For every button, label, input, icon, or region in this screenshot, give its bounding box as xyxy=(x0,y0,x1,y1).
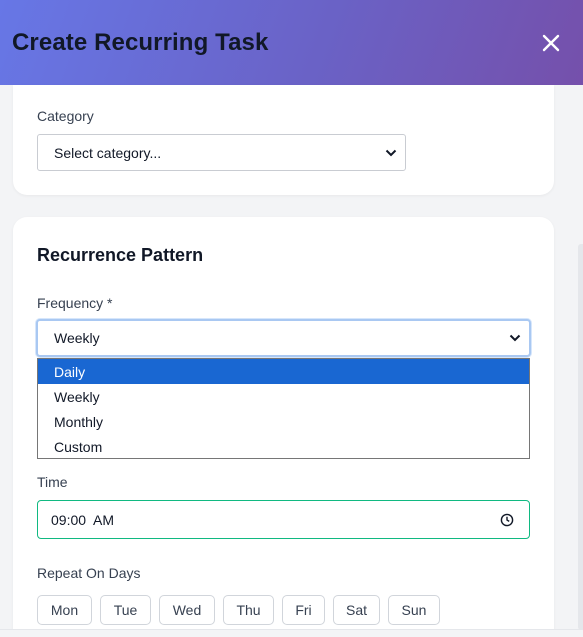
time-label: Time xyxy=(37,474,68,490)
recurrence-title: Recurrence Pattern xyxy=(37,245,204,265)
modal-header: Create Recurring Task xyxy=(0,0,583,85)
chevron-down-icon xyxy=(509,334,521,342)
close-button[interactable] xyxy=(531,23,571,63)
scrollbar[interactable] xyxy=(578,244,583,630)
repeat-days-label: Repeat On Days xyxy=(37,565,141,581)
day-button-fri[interactable]: Fri xyxy=(282,595,325,625)
time-input[interactable]: 09:00 AM xyxy=(37,500,530,539)
frequency-select-value: Weekly xyxy=(54,330,100,346)
day-button-sun[interactable]: Sun xyxy=(388,595,440,625)
close-icon xyxy=(542,34,560,51)
day-button-wed[interactable]: Wed xyxy=(159,595,215,625)
day-button-tue[interactable]: Tue xyxy=(100,595,151,625)
frequency-dropdown-list: Daily Weekly Monthly Custom xyxy=(37,358,530,459)
clock-icon[interactable] xyxy=(500,513,514,527)
day-button-mon[interactable]: Mon xyxy=(37,595,92,625)
frequency-select[interactable]: Weekly xyxy=(36,319,531,357)
frequency-option-weekly[interactable]: Weekly xyxy=(38,384,529,409)
time-value: 09:00 AM xyxy=(51,511,115,528)
category-select-value: Select category... xyxy=(54,144,162,161)
category-label: Category xyxy=(37,108,94,124)
frequency-option-daily[interactable]: Daily xyxy=(38,359,529,384)
category-select[interactable]: Select category... xyxy=(37,134,406,171)
frequency-option-custom[interactable]: Custom xyxy=(38,434,529,459)
frequency-option-monthly[interactable]: Monthly xyxy=(38,409,529,434)
day-button-sat[interactable]: Sat xyxy=(333,595,380,625)
frequency-label: Frequency * xyxy=(37,295,113,311)
bottom-edge xyxy=(0,629,583,637)
day-button-thu[interactable]: Thu xyxy=(223,595,274,625)
modal-title: Create Recurring Task xyxy=(12,28,269,56)
chevron-down-icon xyxy=(385,149,397,156)
